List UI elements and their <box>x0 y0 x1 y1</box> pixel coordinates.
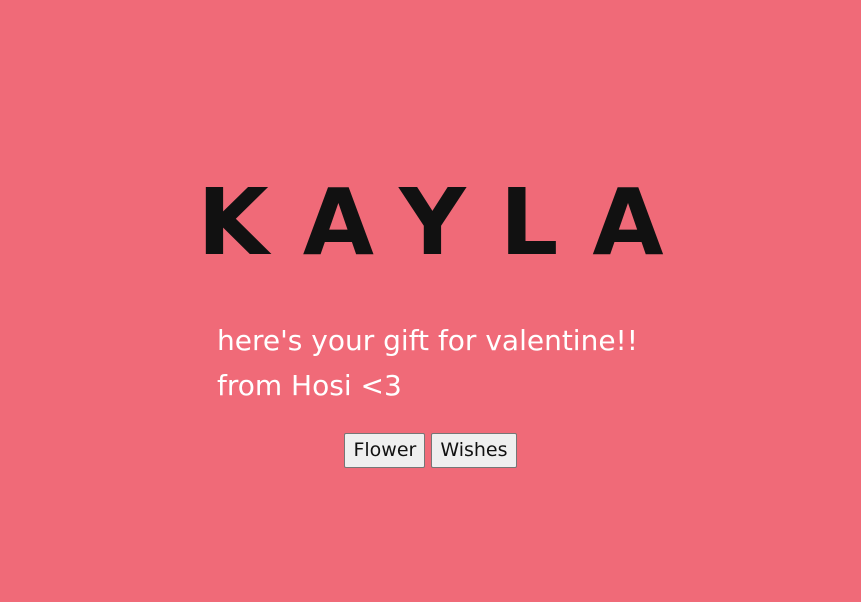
gift-message: here's your gift for valentine!! from Ho… <box>217 318 638 408</box>
flower-button[interactable]: Flower <box>344 433 426 468</box>
button-group: Flower Wishes <box>0 433 861 468</box>
gift-message-line: here's your gift for valentine!! <box>217 324 638 357</box>
page-title: KAYLA <box>197 169 698 276</box>
signature-line: from Hosi <3 <box>217 369 402 402</box>
wishes-button[interactable]: Wishes <box>431 433 517 468</box>
